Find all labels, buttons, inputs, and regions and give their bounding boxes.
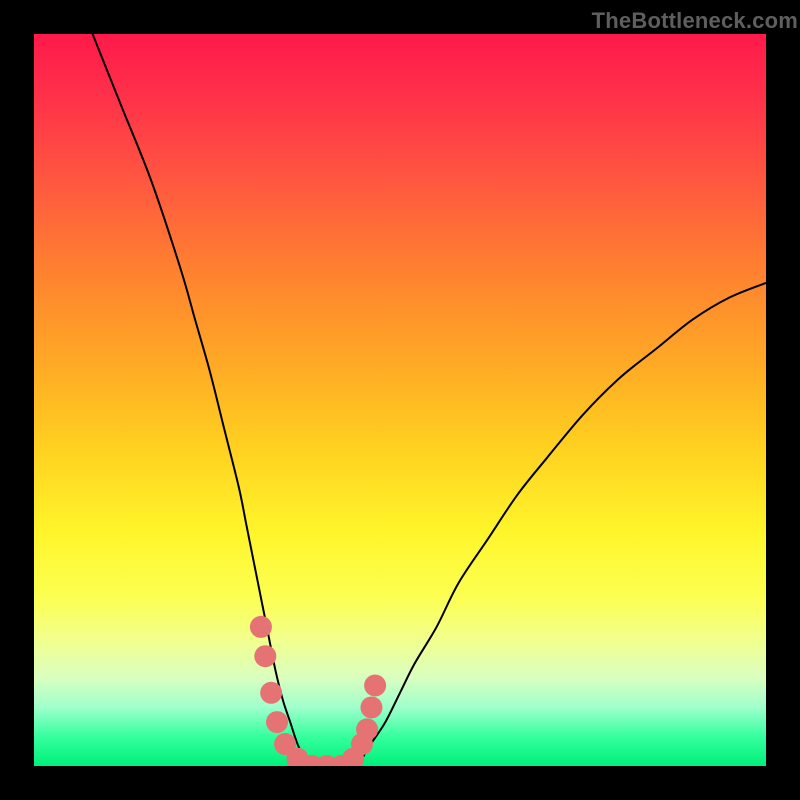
data-dot [364, 674, 386, 696]
data-dot [356, 718, 378, 740]
data-dot [254, 645, 276, 667]
data-dot [360, 696, 382, 718]
data-dot [266, 711, 288, 733]
watermark-text: TheBottleneck.com [592, 8, 798, 34]
chart-svg [34, 34, 766, 766]
data-dot [250, 616, 272, 638]
outer-frame: TheBottleneck.com [0, 0, 800, 800]
bottleneck-curve [93, 34, 766, 766]
plot-area [34, 34, 766, 766]
data-dot [260, 682, 282, 704]
